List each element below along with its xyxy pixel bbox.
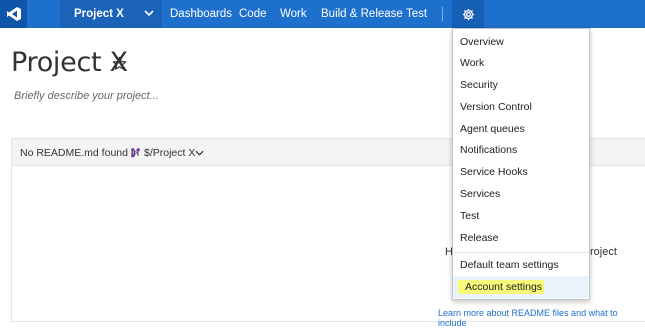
nav-divider (442, 7, 443, 21)
menu-item-label: Version Control (460, 101, 532, 113)
nav-code[interactable]: Code (239, 0, 267, 28)
readme-body-text-right: roject (590, 246, 617, 258)
menu-item-label: Overview (460, 36, 504, 48)
page-title: Project X (11, 47, 128, 78)
chevron-down-icon[interactable] (195, 150, 204, 156)
menu-item-label: Account settings (458, 280, 545, 294)
nav-build-release[interactable]: Build & Release (321, 0, 403, 28)
learn-more-readme-link[interactable]: Learn more about README files and what t… (438, 308, 645, 328)
menu-item-security[interactable]: Security (453, 75, 589, 95)
top-navigation-bar: Project X Dashboards Code Work Build & R… (0, 0, 645, 28)
menu-item-services[interactable]: Services (453, 184, 589, 204)
menu-item-label: Test (460, 210, 480, 222)
menu-item-notifications[interactable]: Notifications (453, 140, 589, 160)
menu-item-overview[interactable]: Overview (453, 32, 589, 52)
gear-icon (462, 8, 474, 20)
menu-item-default-team-settings[interactable]: Default team settings (453, 255, 589, 275)
menu-item-label: Services (460, 188, 501, 200)
nav-dashboards[interactable]: Dashboards (170, 0, 232, 28)
menu-item-label: Security (460, 79, 498, 91)
menu-divider (453, 252, 589, 253)
menu-item-label: Notifications (460, 144, 518, 156)
project-switcher[interactable]: Project X (60, 0, 162, 28)
home-logo-button[interactable] (0, 0, 27, 28)
menu-item-service-hooks[interactable]: Service Hooks (453, 162, 589, 182)
menu-item-label: Agent queues (460, 123, 525, 135)
menu-item-label: Default team settings (460, 259, 559, 271)
star-icon[interactable] (112, 56, 127, 71)
menu-item-account-settings[interactable]: Account settings (453, 276, 589, 298)
repository-selector[interactable]: $/Project X (144, 147, 195, 159)
menu-item-release[interactable]: Release (453, 228, 589, 248)
menu-item-agent-queues[interactable]: Agent queues (453, 119, 589, 139)
menu-item-test[interactable]: Test (453, 206, 589, 226)
settings-gear-button[interactable] (452, 0, 484, 28)
visual-studio-icon (6, 7, 21, 21)
menu-item-label: Release (460, 232, 499, 244)
readme-status-text: No README.md found in (20, 147, 140, 159)
settings-dropdown-menu: Overview Work Security Version Control A… (452, 28, 590, 300)
menu-item-version-control[interactable]: Version Control (453, 97, 589, 117)
project-description-field[interactable]: Briefly describe your project... (14, 90, 159, 102)
chevron-down-icon (144, 10, 154, 17)
menu-item-work[interactable]: Work (453, 53, 589, 73)
menu-item-label: Work (460, 57, 485, 69)
nav-work[interactable]: Work (280, 0, 307, 28)
repository-icon (131, 148, 140, 158)
nav-test[interactable]: Test (406, 0, 427, 28)
project-switcher-label: Project X (74, 8, 124, 20)
menu-item-label: Service Hooks (460, 166, 528, 178)
